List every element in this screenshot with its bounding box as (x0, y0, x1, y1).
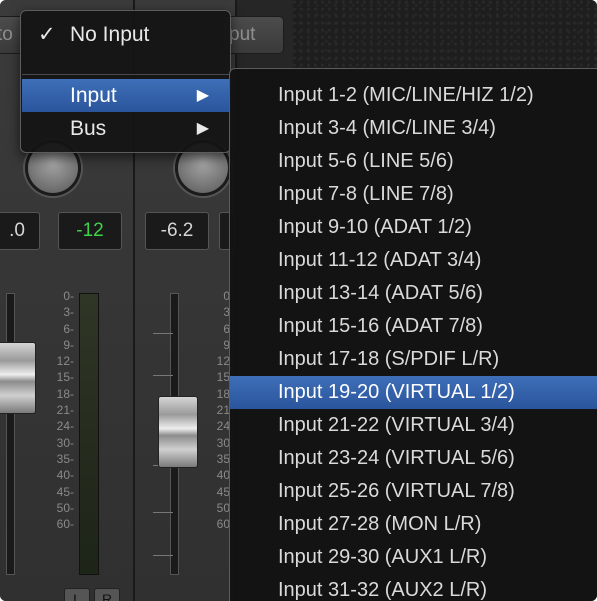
menu-item-label: No Input (70, 23, 150, 46)
meter-scale-label: 12- (56, 354, 74, 369)
submenu-item-label: Input 1-2 (MIC/LINE/HIZ 1/2) (278, 84, 534, 106)
submenu-item-label: Input 11-12 (ADAT 3/4) (278, 249, 482, 271)
meter-scale-label: 6 (223, 321, 230, 336)
submenu-arrow-icon: ▶ (196, 87, 209, 104)
submenu-item-input[interactable]: Input 15-16 (ADAT 7/8) (230, 310, 597, 343)
submenu-item-input[interactable]: Input 11-12 (ADAT 3/4) (230, 244, 597, 277)
meter-scale-label: 18- (56, 386, 74, 401)
submenu-item-input[interactable]: Input 29-30 (AUX1 L/R) (230, 541, 597, 574)
submenu-item-label: Input 17-18 (S/PDIF L/R) (278, 348, 500, 370)
right-channel-button[interactable]: R (94, 588, 120, 601)
meter-scale-label: 18 (216, 386, 230, 401)
submenu-item-label: Input 23-24 (VIRTUAL 5/6) (278, 447, 515, 469)
meter-scale-label: 50- (56, 500, 74, 515)
input-popup-menu: ✓ No Input Input ▶ Bus ▶ (20, 10, 231, 153)
submenu-item-label: Input 31-32 (AUX2 L/R) (278, 579, 487, 601)
meter-scale-label: 0- (63, 289, 74, 303)
submenu-item-input[interactable]: Input 13-14 (ADAT 5/6) (230, 277, 597, 310)
volume-fader-track-1[interactable] (6, 293, 15, 575)
meter-scale-label: 15 (216, 370, 230, 385)
meter-scale-label: 12 (216, 354, 230, 369)
submenu-item-label: Input 3-4 (MIC/LINE 3/4) (278, 117, 496, 139)
submenu-item-input[interactable]: Input 31-32 (AUX2 L/R) (230, 574, 597, 601)
meter-scale-label: 3 (223, 305, 230, 320)
meter-scale-label: 21 (216, 403, 230, 418)
menu-item-input[interactable]: Input ▶ (22, 79, 229, 112)
mixer-window: to put .0 -12 -6.2 0-3-6-9-12-15-18-21-2… (0, 0, 597, 601)
submenu-item-label: Input 13-14 (ADAT 5/6) (278, 282, 483, 304)
checkmark-icon: ✓ (38, 23, 56, 46)
submenu-item-input[interactable]: Input 25-26 (VIRTUAL 7/8) (230, 475, 597, 508)
level-meter-1 (79, 293, 99, 575)
submenu-item-label: Input 9-10 (ADAT 1/2) (278, 216, 472, 238)
meter-scale-2: 0 3 6 9 12 15 18 21 24 30 35 40 45 50 60 (206, 288, 230, 532)
fader-tick (153, 333, 173, 334)
meter-scale-label: 30- (56, 435, 74, 450)
meter-scale-label: 45- (56, 484, 74, 499)
meter-scale-label: 9- (63, 337, 74, 352)
meter-scale-label: 21- (56, 403, 74, 418)
meter-scale-label: 0 (223, 289, 230, 303)
volume-readout-1: .0 (0, 212, 40, 250)
meter-scale-label: 15- (56, 370, 74, 385)
meter-scale-label: 6- (63, 321, 74, 336)
meter-scale-label: 60- (56, 517, 74, 532)
meter-scale-label: 60 (216, 517, 230, 532)
submenu-item-input[interactable]: Input 27-28 (MON L/R) (230, 508, 597, 541)
submenu-item-input[interactable]: Input 17-18 (S/PDIF L/R) (230, 343, 597, 376)
menu-item-label: Bus (70, 117, 107, 140)
submenu-item-label: Input 15-16 (ADAT 7/8) (278, 315, 483, 337)
meter-scale-label: 40 (216, 468, 230, 483)
input-submenu: Input 1-2 (MIC/LINE/HIZ 1/2) Input 3-4 (M… (229, 68, 597, 601)
fader-tick (153, 375, 173, 376)
submenu-item-input[interactable]: Input 21-22 (VIRTUAL 3/4) (230, 409, 597, 442)
submenu-item-label: Input 7-8 (LINE 7/8) (278, 183, 454, 205)
volume-fader-handle-1[interactable] (0, 342, 36, 414)
leather-texture-panel (293, 0, 597, 68)
submenu-item-label: Input 5-6 (LINE 5/6) (278, 150, 454, 172)
submenu-item-label: Input 19-20 (VIRTUAL 1/2) (278, 381, 515, 403)
meter-scale-label: 30 (216, 435, 230, 450)
submenu-item-label: Input 27-28 (MON L/R) (278, 513, 482, 535)
submenu-item-label: Input 29-30 (AUX1 L/R) (278, 546, 487, 568)
meter-scale-1: 0- 3- 6- 9- 12- 15- 18- 21- 24- 30- 35- 40- 45- 50- 60… (44, 288, 74, 532)
meter-scale-label: 50 (216, 500, 230, 515)
submenu-item-label: Input 25-26 (VIRTUAL 7/8) (278, 480, 515, 502)
menu-item-bus[interactable]: Bus ▶ (22, 112, 229, 145)
peak-readout-1: -12 (58, 212, 122, 250)
submenu-item-input[interactable]: Input 19-20 (VIRTUAL 1/2) (230, 376, 597, 409)
menu-item-label: Input (70, 84, 117, 107)
fader-tick (153, 555, 173, 556)
submenu-item-input[interactable]: Input 23-24 (VIRTUAL 5/6) (230, 442, 597, 475)
submenu-item-input[interactable]: Input 1-2 (MIC/LINE/HIZ 1/2) (230, 79, 597, 112)
submenu-item-label: Input 21-22 (VIRTUAL 3/4) (278, 414, 515, 436)
submenu-item-input[interactable]: Input 7-8 (LINE 7/8) (230, 178, 597, 211)
volume-readout-2: -6.2 (145, 212, 209, 250)
submenu-arrow-icon: ▶ (196, 120, 209, 137)
meter-scale-label: 45 (216, 484, 230, 499)
menu-item-no-input[interactable]: ✓ No Input (22, 18, 229, 51)
menu-separator (22, 74, 229, 75)
meter-scale-label: 35- (56, 451, 74, 466)
meter-scale-label: 24 (216, 419, 230, 434)
meter-scale-label: 40- (56, 468, 74, 483)
submenu-item-input[interactable]: Input 9-10 (ADAT 1/2) (230, 211, 597, 244)
meter-scale-label: 9 (223, 337, 230, 352)
submenu-item-input[interactable]: Input 3-4 (MIC/LINE 3/4) (230, 112, 597, 145)
fader-tick (153, 512, 173, 513)
submenu-item-input[interactable]: Input 5-6 (LINE 5/6) (230, 145, 597, 178)
volume-fader-handle-2[interactable] (158, 396, 198, 468)
meter-scale-label: 24- (56, 419, 74, 434)
meter-scale-label: 3- (63, 305, 74, 320)
left-channel-button[interactable]: L (64, 588, 90, 601)
output-slot-button-partial[interactable]: put (222, 16, 284, 54)
input-slot-label: to (0, 24, 13, 45)
meter-scale-label: 35 (216, 451, 230, 466)
